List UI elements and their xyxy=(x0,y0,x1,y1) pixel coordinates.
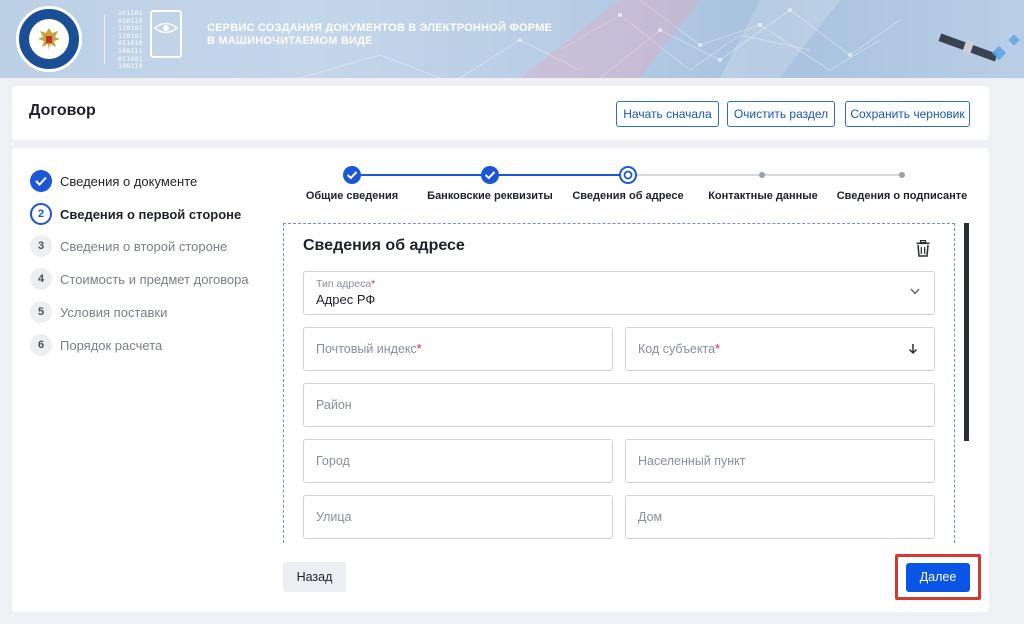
chevron-down-icon xyxy=(910,288,920,295)
step-number: 6 xyxy=(30,334,52,356)
restart-button[interactable]: Начать сначала xyxy=(616,101,719,127)
clear-section-button[interactable]: Очистить раздел xyxy=(727,101,835,127)
sidebar-step-label: Сведения о второй стороне xyxy=(60,238,228,254)
stepper-label-address[interactable]: Сведения об адресе xyxy=(572,190,683,202)
stepper-label-contacts[interactable]: Контактные данные xyxy=(708,190,818,202)
satellite-graphic xyxy=(938,33,1020,62)
fns-logo xyxy=(16,6,82,72)
step-done-check-icon xyxy=(481,166,499,184)
step-todo-dot-icon xyxy=(899,172,905,178)
sidebar-step-payment[interactable]: 6 Порядок расчета xyxy=(30,334,162,356)
locality-placeholder: Населенный пункт xyxy=(638,454,746,468)
address-type-value: Адрес РФ xyxy=(316,292,376,307)
eagle-emblem-icon xyxy=(38,28,60,50)
house-input[interactable]: Дом xyxy=(625,495,935,539)
sidebar-step-cost-subject[interactable]: 4 Стоимость и предмет договора xyxy=(30,268,249,290)
stepper-label-general[interactable]: Общие сведения xyxy=(306,190,398,202)
stepper-label-bank[interactable]: Банковские реквизиты xyxy=(427,190,553,202)
district-placeholder: Район xyxy=(316,398,352,412)
step-done-check-icon xyxy=(343,166,361,184)
locality-input[interactable]: Населенный пункт xyxy=(625,439,935,483)
service-title: СЕРВИС СОЗДАНИЯ ДОКУМЕНТОВ В ЭЛЕКТРОННОЙ… xyxy=(207,22,553,47)
page-title-bar: Договор Начать сначала Очистить раздел С… xyxy=(12,86,989,140)
site-header: 101101 010110 110101 110101 011010 10011… xyxy=(0,0,1024,78)
house-placeholder: Дом xyxy=(638,510,663,524)
step-number: 5 xyxy=(30,301,52,323)
subject-code-placeholder: Код субъекта* xyxy=(638,342,720,356)
sidebar-step-label: Порядок расчета xyxy=(60,337,163,353)
address-form: Сведения об адресе Тип адреса* Адрес РФ … xyxy=(283,223,955,543)
save-draft-button[interactable]: Сохранить черновик xyxy=(845,101,970,127)
sub-stepper: Общие сведения Банковские реквизиты Свед… xyxy=(12,148,989,218)
stepper-line-done xyxy=(490,174,628,176)
subject-code-select[interactable]: Код субъекта* xyxy=(625,327,935,371)
sidebar-step-second-party[interactable]: 3 Сведения о второй стороне xyxy=(30,235,227,257)
sidebar-step-label: Стоимость и предмет договора xyxy=(60,271,249,287)
step-active-icon xyxy=(619,166,637,184)
form-scrollbar[interactable] xyxy=(964,223,969,441)
district-input[interactable]: Район xyxy=(303,383,935,427)
address-type-label: Тип адреса* xyxy=(316,278,376,290)
sidebar-step-label: Условия поставки xyxy=(60,304,168,320)
step-number: 3 xyxy=(30,235,52,257)
city-input[interactable]: Город xyxy=(303,439,613,483)
arrow-down-icon xyxy=(908,344,918,355)
step-todo-dot-icon xyxy=(759,172,765,178)
stepper-line-todo xyxy=(628,174,762,176)
back-button[interactable]: Назад xyxy=(283,562,346,592)
logo-divider xyxy=(104,14,105,64)
stepper-line-todo xyxy=(762,174,902,176)
form-title: Сведения об адресе xyxy=(303,237,465,254)
trash-icon[interactable] xyxy=(916,240,930,257)
next-button[interactable]: Далее xyxy=(906,563,970,592)
city-placeholder: Город xyxy=(316,454,350,468)
street-placeholder: Улица xyxy=(316,510,352,524)
stepper-label-signatory[interactable]: Сведения о подписанте xyxy=(837,190,968,202)
address-type-select[interactable]: Тип адреса* Адрес РФ xyxy=(303,271,935,315)
sidebar-step-delivery[interactable]: 5 Условия поставки xyxy=(30,301,167,323)
step-number: 4 xyxy=(30,268,52,290)
page-title: Договор xyxy=(29,102,96,119)
document-outline-icon xyxy=(150,10,182,58)
postal-code-placeholder: Почтовый индекс* xyxy=(316,342,422,356)
stepper-line-done xyxy=(352,174,490,176)
eye-icon xyxy=(153,22,179,34)
postal-code-input[interactable]: Почтовый индекс* xyxy=(303,327,613,371)
street-input[interactable]: Улица xyxy=(303,495,613,539)
main-card: Сведения о документе 2 Сведения о первой… xyxy=(12,148,989,612)
